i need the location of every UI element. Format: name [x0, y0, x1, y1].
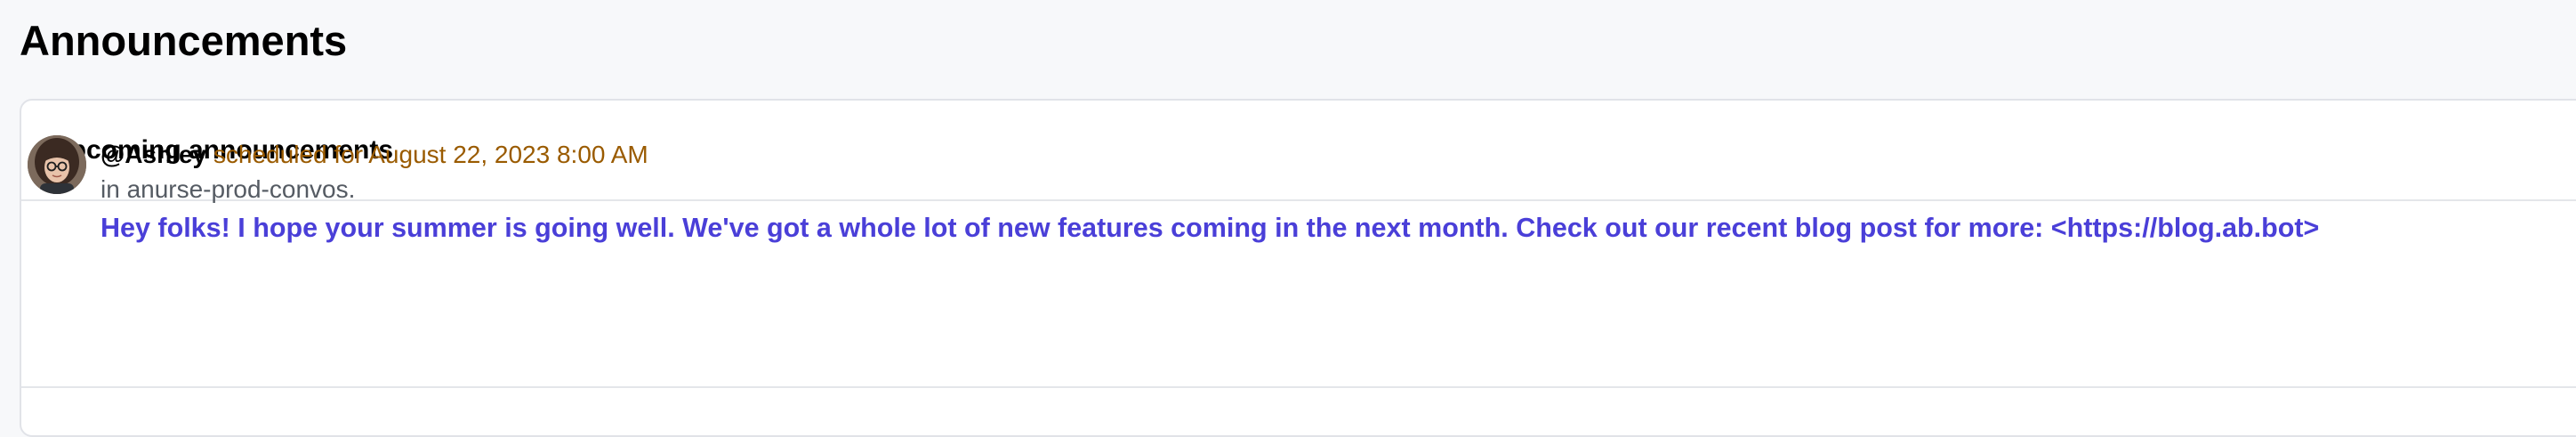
- user-avatar-icon: [28, 135, 86, 194]
- schedule-text: scheduled for August 22, 2023 8:00 AM: [213, 141, 648, 168]
- page-title: Announcements: [20, 17, 348, 64]
- announcement-message[interactable]: Hey folks! I hope your summer is going w…: [101, 208, 2319, 247]
- user-mention[interactable]: @Ashley: [101, 141, 206, 168]
- announcement-meta: @Ashley scheduled for August 22, 2023 8:…: [101, 137, 648, 173]
- channel-text: in anurse-prod-convos.: [101, 175, 356, 203]
- avatar[interactable]: [28, 135, 86, 194]
